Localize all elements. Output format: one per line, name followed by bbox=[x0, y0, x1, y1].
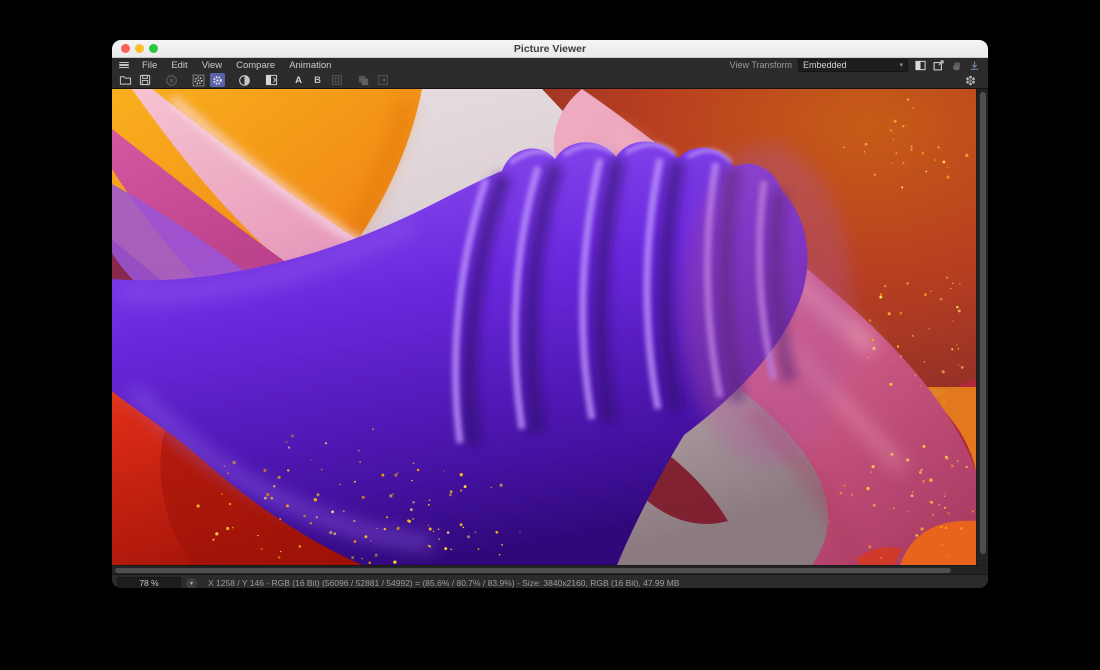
pixel-info-text: X 1258 / Y 146 - RGB (16 Bit) (56096 / 5… bbox=[208, 578, 679, 588]
multipass-icon[interactable] bbox=[963, 73, 984, 87]
version-a-button[interactable]: A bbox=[291, 73, 306, 87]
zoom-dropdown-button[interactable]: ▾ bbox=[186, 578, 197, 589]
popout-window-icon[interactable] bbox=[932, 59, 944, 71]
hamburger-menu-icon[interactable] bbox=[119, 62, 129, 69]
version-b-button[interactable]: B bbox=[310, 73, 325, 87]
stop-render-icon[interactable] bbox=[164, 73, 179, 87]
menubar: File Edit View Compare Animation View Tr… bbox=[112, 58, 988, 72]
copy-image-icon[interactable] bbox=[356, 73, 371, 87]
split-view-icon[interactable] bbox=[914, 59, 926, 71]
pan-hand-icon[interactable] bbox=[950, 59, 962, 71]
titlebar: Picture Viewer bbox=[112, 40, 988, 58]
statusbar: 78 % ▾ X 1258 / Y 146 - RGB (16 Bit) (56… bbox=[112, 574, 988, 588]
save-image-icon[interactable] bbox=[137, 73, 152, 87]
desktop-background: Picture Viewer File Edit View Compare An… bbox=[0, 0, 1100, 670]
menu-view[interactable]: View bbox=[195, 60, 229, 71]
toolbar: A B bbox=[112, 72, 988, 89]
picture-viewer-window: Picture Viewer File Edit View Compare An… bbox=[112, 40, 988, 588]
zoom-level-field[interactable]: 78 % bbox=[117, 577, 181, 589]
horizontal-scrollbar[interactable] bbox=[112, 565, 988, 574]
contrast-icon[interactable] bbox=[237, 73, 252, 87]
link-views-icon[interactable] bbox=[329, 73, 344, 87]
horizontal-scrollbar-thumb[interactable] bbox=[115, 568, 951, 573]
chevron-down-icon: ▾ bbox=[899, 61, 903, 69]
menu-animation[interactable]: Animation bbox=[282, 60, 338, 71]
image-canvas[interactable] bbox=[112, 89, 976, 565]
vertical-scrollbar[interactable] bbox=[976, 89, 988, 565]
rendered-image bbox=[112, 89, 976, 565]
vertical-scrollbar-thumb[interactable] bbox=[980, 92, 986, 554]
view-transform-value: Embedded bbox=[803, 60, 847, 70]
display-settings-gear-icon[interactable] bbox=[210, 73, 225, 87]
navigate-image-icon[interactable] bbox=[375, 73, 390, 87]
menu-edit[interactable]: Edit bbox=[164, 60, 194, 71]
dock-download-icon[interactable] bbox=[968, 59, 980, 71]
menu-file[interactable]: File bbox=[135, 60, 164, 71]
menu-compare[interactable]: Compare bbox=[229, 60, 282, 71]
render-settings-gear-icon[interactable] bbox=[191, 73, 206, 87]
open-file-icon[interactable] bbox=[118, 73, 133, 87]
view-transform-label: View Transform bbox=[730, 60, 792, 70]
compare-images-icon[interactable] bbox=[264, 73, 279, 87]
window-title: Picture Viewer bbox=[112, 43, 988, 55]
view-transform-select[interactable]: Embedded ▾ bbox=[798, 59, 908, 72]
